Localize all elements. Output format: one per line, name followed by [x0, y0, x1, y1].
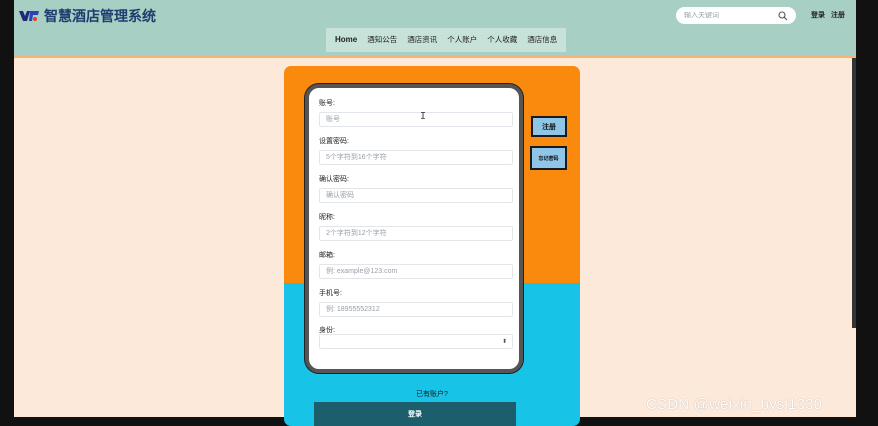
nav-favorites[interactable]: 个人收藏 — [482, 28, 522, 52]
main-nav: Home 酒知公告 酒店资讯 个人账户 个人收藏 酒店信息 — [326, 28, 567, 52]
register-side-button[interactable]: 注册 — [531, 116, 567, 137]
site-logo[interactable]: 智慧酒店管理系统 — [18, 6, 156, 26]
password-input[interactable] — [319, 150, 513, 165]
chevron-updown-icon: ⬍ — [501, 339, 507, 345]
nav-announcements[interactable]: 酒知公告 — [362, 28, 402, 52]
forgot-password-button[interactable]: 忘记密码 — [530, 146, 567, 170]
header-divider — [14, 55, 856, 58]
nickname-label: 昵称: — [319, 214, 335, 221]
page-scrollbar[interactable] — [852, 58, 856, 328]
hotel-logo-icon — [19, 11, 39, 21]
window-frame-right — [856, 0, 878, 426]
window-frame-left — [0, 0, 14, 426]
register-card: 注册 忘记密码 账号: I 设置密码: 确认密码: 昵称: 邮箱: 手机号: 身… — [284, 66, 580, 426]
phone-input[interactable] — [319, 302, 513, 317]
email-label: 邮箱: — [319, 252, 335, 259]
confirm-password-input[interactable] — [319, 188, 513, 203]
search-input[interactable] — [684, 12, 768, 19]
search-icon[interactable] — [778, 10, 788, 21]
have-account-link[interactable]: 已有账户? — [284, 389, 580, 399]
site-title: 智慧酒店管理系统 — [44, 8, 156, 24]
phone-label: 手机号: — [319, 290, 342, 297]
nav-personal-account[interactable]: 个人账户 — [442, 28, 482, 52]
auth-links: 登录 注册 — [811, 10, 845, 20]
register-link[interactable]: 注册 — [831, 10, 845, 20]
confirm-password-label: 确认密码: — [319, 176, 349, 183]
login-button[interactable]: 登录 — [314, 402, 516, 426]
nickname-input[interactable] — [319, 226, 513, 241]
watermark-text: CSDN @weixin_bysj1330 — [646, 396, 823, 413]
register-form: 账号: I 设置密码: 确认密码: 昵称: 邮箱: 手机号: 身份: ⬍ — [305, 84, 523, 373]
nav-home[interactable]: Home — [330, 28, 362, 52]
password-label: 设置密码: — [319, 138, 349, 145]
site-header: 智慧酒店管理系统 登录 注册 Home 酒知公告 酒店资讯 个人账户 个人收藏 … — [14, 0, 856, 55]
nav-hotel-news[interactable]: 酒店资讯 — [402, 28, 442, 52]
login-link[interactable]: 登录 — [811, 10, 825, 20]
account-input[interactable] — [319, 112, 513, 127]
text-cursor-icon: I — [420, 111, 427, 122]
nav-hotel-info[interactable]: 酒店信息 — [522, 28, 562, 52]
search-box[interactable] — [676, 7, 796, 24]
account-label: 账号: — [319, 100, 335, 107]
email-input[interactable] — [319, 264, 513, 279]
role-select[interactable]: ⬍ — [319, 334, 513, 349]
